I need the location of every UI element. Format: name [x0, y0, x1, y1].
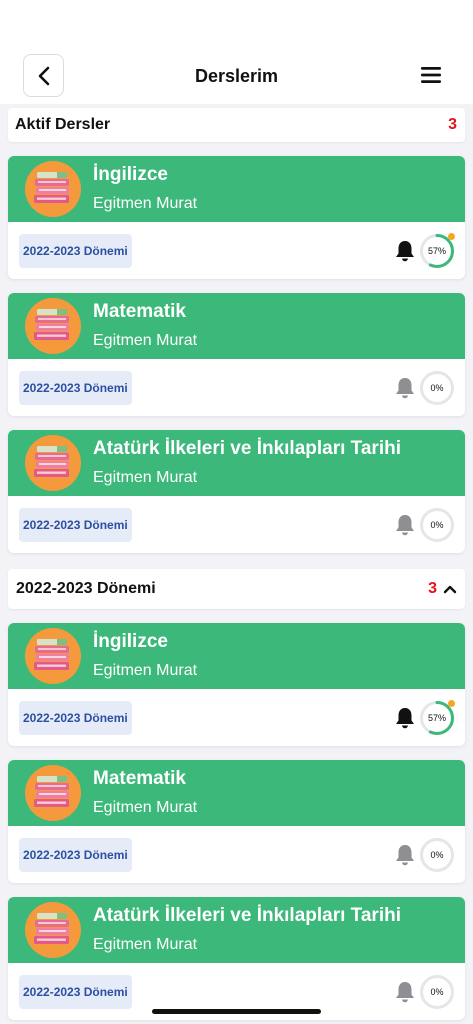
course-card-footer: 2022-2023 Dönemi 57% [8, 689, 465, 746]
progress-label: 0% [430, 849, 444, 860]
course-card-header: Matematik Egitmen Murat [8, 293, 465, 359]
course-teacher: Egitmen Murat [93, 799, 198, 816]
course-card-footer: 2022-2023 Dönemi 57% [8, 222, 465, 279]
progress-ring: 57% [419, 699, 455, 736]
course-info: İngilizce Egitmen Murat [93, 161, 197, 215]
course-actions: 0% [393, 370, 455, 406]
course-name: İngilizce [93, 164, 168, 185]
back-button[interactable] [23, 54, 64, 97]
term-badge: 2022-2023 Dönemi [19, 233, 132, 268]
course-info: Atatürk İlkeleri ve İnkılapları Tarihi E… [93, 902, 401, 956]
course-card[interactable]: İngilizce Egitmen Murat 2022-2023 Dönemi… [8, 623, 465, 746]
course-card-header: İngilizce Egitmen Murat [8, 623, 465, 689]
course-info: Matematik Egitmen Murat [93, 765, 197, 819]
course-teacher: Egitmen Murat [93, 662, 198, 679]
notification-bell-icon[interactable] [393, 239, 417, 263]
term-course-cards: İngilizce Egitmen Murat 2022-2023 Dönemi… [8, 623, 465, 1020]
progress-ring: 57% [419, 232, 455, 269]
course-name: Matematik [93, 768, 186, 789]
notification-bell-icon[interactable] [393, 706, 417, 730]
chevron-left-icon [38, 66, 49, 85]
term-badge: 2022-2023 Dönemi [19, 837, 132, 872]
course-actions: 57% [393, 232, 455, 269]
notification-dot [448, 699, 455, 707]
notification-dot [448, 232, 455, 240]
course-list: Aktif Dersler 3 İngilizce Egitmen Murat … [0, 104, 473, 1020]
progress-label: 0% [430, 519, 444, 530]
section-title: Aktif Dersler [15, 116, 111, 133]
section-title: 2022-2023 Dönemi [16, 580, 156, 597]
course-card[interactable]: Matematik Egitmen Murat 2022-2023 Dönemi… [8, 293, 465, 416]
course-teacher: Egitmen Murat [93, 195, 198, 212]
term-section-header[interactable]: 2022-2023 Dönemi 3 [8, 569, 465, 609]
course-name: Matematik [93, 301, 186, 322]
course-teacher: Egitmen Murat [93, 332, 198, 349]
hamburger-menu-icon [421, 67, 441, 83]
course-card-footer: 2022-2023 Dönemi 0% [8, 496, 465, 553]
active-courses-header: Aktif Dersler 3 [8, 108, 465, 142]
books-icon [25, 435, 81, 491]
course-teacher: Egitmen Murat [93, 469, 198, 486]
books-icon [25, 161, 81, 217]
term-badge: 2022-2023 Dönemi [19, 700, 132, 735]
course-actions: 0% [393, 837, 455, 873]
section-right: 3 [428, 580, 457, 598]
progress-label: 0% [430, 986, 444, 997]
course-card[interactable]: Atatürk İlkeleri ve İnkılapları Tarihi E… [8, 897, 465, 1020]
progress-ring: 0% [419, 370, 455, 406]
books-icon [25, 902, 81, 958]
books-icon [25, 628, 81, 684]
course-card-footer: 2022-2023 Dönemi 0% [8, 359, 465, 416]
notification-bell-icon[interactable] [393, 513, 417, 537]
course-card[interactable]: Matematik Egitmen Murat 2022-2023 Dönemi… [8, 760, 465, 883]
section-right: 3 [448, 116, 457, 134]
course-card-header: İngilizce Egitmen Murat [8, 156, 465, 222]
chevron-up-icon[interactable] [443, 584, 457, 594]
term-badge: 2022-2023 Dönemi [19, 974, 132, 1009]
course-card-header: Matematik Egitmen Murat [8, 760, 465, 826]
course-actions: 0% [393, 974, 455, 1010]
progress-ring: 0% [419, 507, 455, 543]
section-count: 3 [448, 116, 457, 133]
course-info: Matematik Egitmen Murat [93, 298, 197, 352]
course-name: İngilizce [93, 631, 168, 652]
notification-bell-icon[interactable] [393, 376, 417, 400]
course-card-header: Atatürk İlkeleri ve İnkılapları Tarihi E… [8, 430, 465, 496]
term-badge: 2022-2023 Dönemi [19, 370, 132, 405]
course-card-footer: 2022-2023 Dönemi 0% [8, 826, 465, 883]
books-icon [25, 765, 81, 821]
books-icon [25, 298, 81, 354]
notification-bell-icon[interactable] [393, 843, 417, 867]
section-count: 3 [428, 580, 437, 597]
course-card[interactable]: İngilizce Egitmen Murat 2022-2023 Dönemi… [8, 156, 465, 279]
active-course-cards: İngilizce Egitmen Murat 2022-2023 Dönemi… [8, 156, 465, 553]
home-indicator [152, 1009, 321, 1014]
page-title: Derslerim [194, 65, 279, 86]
course-info: Atatürk İlkeleri ve İnkılapları Tarihi E… [93, 435, 401, 489]
progress-ring: 0% [419, 837, 455, 873]
term-badge: 2022-2023 Dönemi [19, 507, 132, 542]
menu-button[interactable] [419, 63, 443, 87]
notification-bell-icon[interactable] [393, 980, 417, 1004]
course-info: İngilizce Egitmen Murat [93, 628, 197, 682]
course-teacher: Egitmen Murat [93, 936, 198, 953]
progress-ring: 0% [419, 974, 455, 1010]
progress-label: 0% [430, 382, 444, 393]
course-name: Atatürk İlkeleri ve İnkılapları Tarihi [93, 905, 401, 926]
course-card-header: Atatürk İlkeleri ve İnkılapları Tarihi E… [8, 897, 465, 963]
course-actions: 0% [393, 507, 455, 543]
navigation-bar: Derslerim [0, 48, 473, 104]
course-name: Atatürk İlkeleri ve İnkılapları Tarihi [93, 438, 401, 459]
course-actions: 57% [393, 699, 455, 736]
status-bar-area [0, 0, 473, 48]
course-card[interactable]: Atatürk İlkeleri ve İnkılapları Tarihi E… [8, 430, 465, 553]
